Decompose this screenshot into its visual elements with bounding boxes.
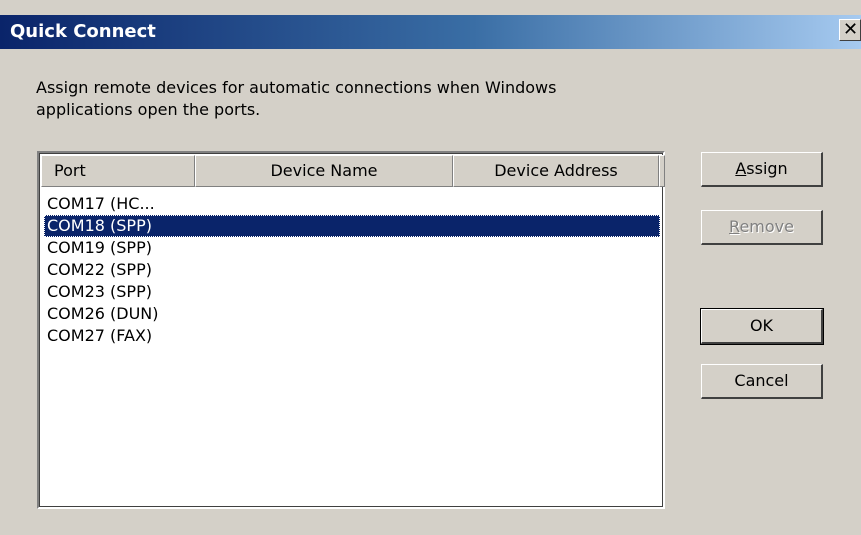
ok-button[interactable]: OK — [700, 308, 824, 345]
title-bar[interactable]: Quick Connect ✕ — [0, 15, 861, 49]
description-text: Assign remote devices for automatic conn… — [36, 77, 686, 121]
assign-accelerator: A — [735, 159, 747, 178]
list-item[interactable]: COM27 (FAX) — [44, 325, 660, 347]
cancel-button[interactable]: Cancel — [701, 364, 823, 399]
column-header-filler — [659, 155, 665, 187]
list-item[interactable]: COM23 (SPP) — [44, 281, 660, 303]
list-rows: COM17 (HC... COM18 (SPP) COM19 (SPP) COM… — [44, 193, 660, 347]
close-icon: ✕ — [843, 19, 859, 40]
port-list[interactable]: Port Device Name Device Address COM17 (H… — [37, 151, 665, 509]
list-item[interactable]: COM26 (DUN) — [44, 303, 660, 325]
column-header-device-name[interactable]: Device Name — [195, 155, 453, 187]
quick-connect-dialog: Quick Connect ✕ Assign remote devices fo… — [0, 0, 861, 535]
remove-label-rest: emove — [739, 217, 794, 236]
list-item-selected[interactable]: COM18 (SPP) — [44, 215, 660, 237]
list-header: Port Device Name Device Address — [41, 155, 665, 189]
description-line-2: applications open the ports. — [36, 100, 261, 119]
list-item[interactable]: COM22 (SPP) — [44, 259, 660, 281]
column-header-device-address[interactable]: Device Address — [453, 155, 659, 187]
list-item[interactable]: COM19 (SPP) — [44, 237, 660, 259]
close-button[interactable]: ✕ — [839, 19, 861, 41]
description-line-1: Assign remote devices for automatic conn… — [36, 78, 557, 97]
column-header-port[interactable]: Port — [41, 155, 195, 187]
remove-accelerator: R — [729, 217, 740, 236]
assign-button[interactable]: Assign — [701, 152, 823, 187]
window-title: Quick Connect — [10, 21, 156, 42]
remove-button[interactable]: Remove — [701, 210, 823, 245]
list-item[interactable]: COM17 (HC... — [44, 193, 660, 215]
assign-label-rest: ssign — [746, 159, 788, 178]
